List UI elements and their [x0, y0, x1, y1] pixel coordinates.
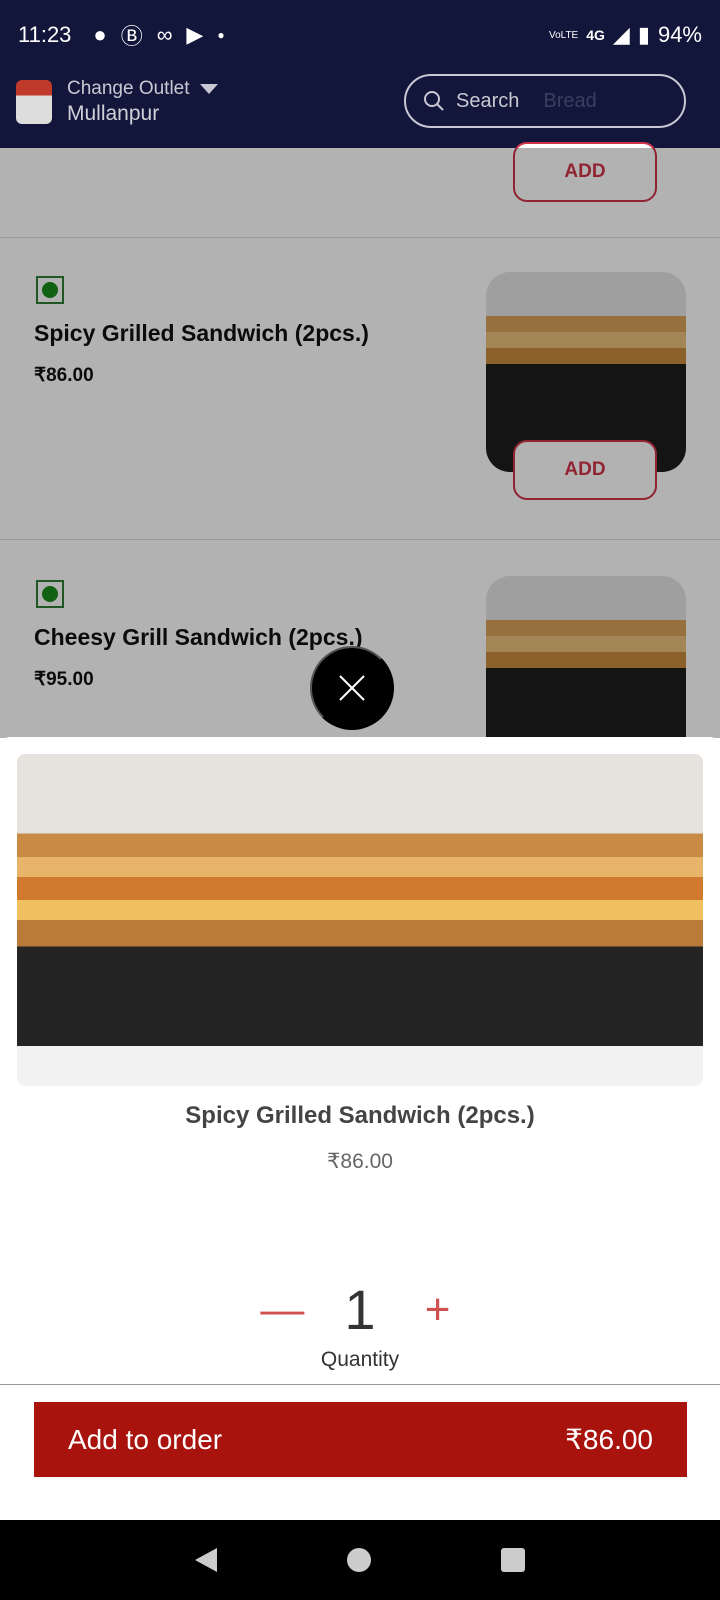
add-to-order-button[interactable]: Add to order ₹86.00 [34, 1402, 687, 1477]
search-hint: Bread [543, 89, 597, 112]
volte-icon: VoLTE [548, 29, 579, 41]
network-type: 4G [586, 27, 605, 43]
search-label: Search [456, 89, 520, 112]
order-total: ₹86.00 [565, 1424, 653, 1455]
decrease-quantity-button[interactable]: — [260, 1285, 304, 1335]
item-photo [17, 754, 703, 1086]
change-outlet-button[interactable]: Change Outlet [67, 78, 218, 100]
navigation-bar [0, 1520, 720, 1600]
quantity-label: Quantity [320, 1348, 400, 1371]
increase-quantity-button[interactable]: + [416, 1285, 460, 1335]
glasses-icon: ∞ [156, 22, 173, 47]
item-detail-sheet: Spicy Grilled Sandwich (2pcs.) ₹86.00 — … [0, 737, 720, 1520]
close-icon [339, 675, 365, 701]
back-icon[interactable] [195, 1548, 217, 1572]
close-button[interactable] [310, 646, 394, 730]
search-icon [424, 91, 444, 111]
search-input[interactable]: Search Bread [404, 74, 686, 128]
quantity-value: 1 [344, 1278, 376, 1341]
home-icon[interactable] [347, 1548, 371, 1572]
add-to-order-label: Add to order [68, 1423, 223, 1455]
caret-down-icon [199, 83, 218, 94]
brand-logo [16, 80, 52, 124]
item-price: ₹86.00 [327, 1150, 393, 1173]
battery-icon: ▮ [637, 22, 650, 47]
app-header: Change Outlet Mullanpur Search Bread [0, 70, 720, 148]
battery-level: 94% [657, 22, 702, 47]
app-notification-icon: ▶ [186, 22, 204, 47]
chat-icon: ● [93, 22, 107, 47]
more-notifications-dot-icon: ● [217, 28, 225, 42]
signal-icon: ◢ [612, 22, 630, 47]
recents-icon[interactable] [501, 1548, 525, 1572]
status-bar: 11:23 ● Ⓑ ∞ ▶ ● VoLTE 4G ◢ ▮ 94% [0, 0, 720, 70]
item-title: Spicy Grilled Sandwich (2pcs.) [185, 1102, 535, 1129]
clock: 11:23 [18, 22, 72, 47]
outlet-name: Mullanpur [67, 102, 160, 125]
change-outlet-label: Change Outlet [67, 78, 190, 99]
business-whatsapp-icon: Ⓑ [120, 24, 143, 49]
quantity-stepper: — 1 + [0, 1277, 720, 1342]
divider [0, 1384, 720, 1385]
